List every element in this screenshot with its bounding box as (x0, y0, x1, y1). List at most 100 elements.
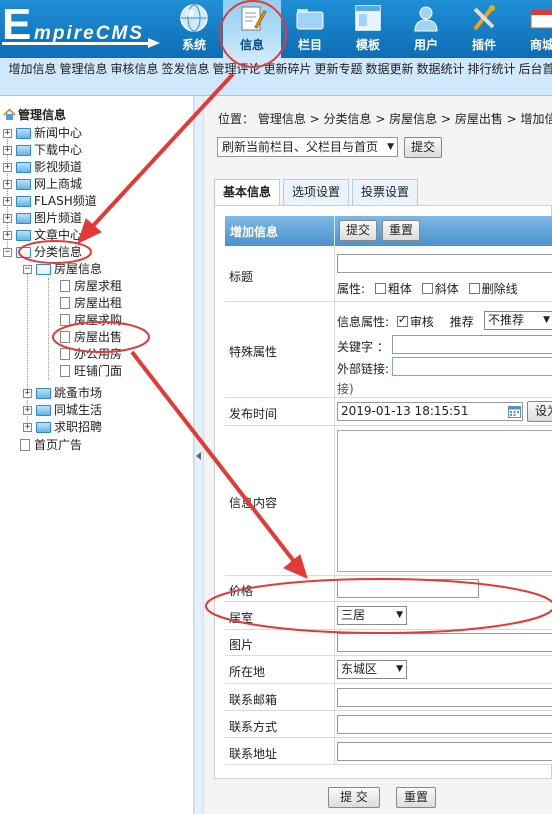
tree-house-item[interactable]: 房屋出售 (60, 329, 122, 346)
special-label: 特殊属性 (229, 345, 278, 359)
address-input[interactable] (337, 742, 552, 761)
external-link-label: 外部链接: (337, 362, 390, 376)
refresh-submit-button[interactable]: 提交 (404, 137, 442, 158)
tree-channel[interactable]: + 网上商城 (3, 176, 82, 193)
publish-label: 发布时间 (229, 407, 278, 421)
italic-checkbox[interactable] (421, 283, 433, 294)
tree-channel[interactable]: + 文章中心 (3, 227, 82, 244)
tree-house-item[interactable]: 办公用房 (60, 346, 122, 363)
subnav-manage-info[interactable]: 管理信息 (58, 58, 109, 95)
tree-channel[interactable]: + 下载中心 (3, 142, 82, 159)
tree-channel[interactable]: + 图片频道 (3, 210, 82, 227)
collapse-arrow-icon (196, 452, 201, 460)
tab-vote[interactable]: 投票设置 (352, 179, 419, 205)
tree-homepage-ad[interactable]: 首页广告 (20, 437, 82, 454)
tree-classified[interactable]: − 分类信息 (3, 244, 82, 261)
keyword-input[interactable] (392, 335, 552, 354)
address-label: 联系地址 (229, 747, 278, 761)
nav-template[interactable]: 模板 (339, 0, 397, 58)
nav-user[interactable]: 用户 (397, 0, 455, 58)
form-header: 增加信息 提交 重置 (225, 216, 552, 246)
subnav-data-stats[interactable]: 数据统计 (415, 58, 466, 95)
review-checkbox[interactable] (396, 313, 408, 327)
bottom-reset-button[interactable]: 重置 (396, 787, 436, 808)
subnav-admin-home[interactable]: 后台首页 (517, 58, 552, 95)
window-icon (355, 5, 381, 31)
nav-label: 用户 (413, 38, 438, 52)
tree-house-item[interactable]: 房屋求购 (60, 312, 122, 329)
contact-input[interactable] (337, 715, 552, 734)
tab-options[interactable]: 选项设置 (283, 179, 350, 205)
tree-channel[interactable]: + 影视频道 (3, 159, 82, 176)
title-input[interactable] (337, 254, 552, 273)
row-price: 价格 (225, 576, 552, 602)
link-note: 接) (337, 382, 354, 396)
title-attributes: 属性: 粗体 斜体 删除线 (337, 282, 518, 296)
nav-label: 模板 (355, 38, 380, 52)
tree-group[interactable]: + 跳蚤市场 (23, 385, 102, 402)
tab-basic-info[interactable]: 基本信息 (214, 179, 281, 205)
tree-house[interactable]: − 房屋信息 (23, 261, 102, 278)
tree-channel[interactable]: + FLASH频道 (3, 193, 97, 210)
sidebar-collapse-bar[interactable] (194, 96, 204, 814)
tree-group[interactable]: + 求职招聘 (23, 419, 102, 436)
subnav-review-info[interactable]: 审核信息 (109, 58, 160, 95)
strike-checkbox[interactable] (468, 283, 480, 294)
nav-plugin[interactable]: 插件 (455, 0, 513, 58)
price-input[interactable] (337, 579, 479, 598)
bold-checkbox[interactable] (374, 283, 386, 294)
user-icon (414, 6, 438, 32)
tree-channel[interactable]: + 新闻中心 (3, 125, 82, 142)
tree-root[interactable]: 管理信息 (3, 107, 66, 124)
shop-icon (530, 9, 552, 29)
price-label: 价格 (229, 584, 254, 598)
nav-system[interactable]: 系统 (165, 0, 223, 58)
subnav-update-topics[interactable]: 更新专题 (313, 58, 364, 95)
location-select[interactable]: 东城区 (337, 660, 407, 679)
head-reset-button[interactable]: 重置 (382, 220, 420, 241)
recommend-select[interactable]: 不推荐 (484, 311, 552, 330)
nav-info[interactable]: 信息 (223, 0, 281, 58)
set-time-button[interactable]: 设为 (527, 401, 552, 422)
calendar-icon[interactable] (508, 405, 521, 418)
publish-time-input[interactable]: 2019-01-13 18:15:51 (337, 402, 523, 421)
row-rooms: 居室 三居 (225, 602, 552, 630)
info-attributes: 信息属性: 审核 推荐 (337, 313, 474, 330)
tree-house-item[interactable]: 房屋出租 (60, 295, 122, 312)
image-input[interactable] (337, 633, 552, 652)
tools-icon (473, 5, 495, 31)
row-image: 图片 (225, 630, 552, 656)
content-editor[interactable] (337, 430, 552, 572)
subnav-data-update[interactable]: 数据更新 (364, 58, 415, 95)
subnav-rank-stats[interactable]: 排行统计 (466, 58, 517, 95)
subnav-update-fragments[interactable]: 更新碎片 (262, 58, 313, 95)
email-label: 联系邮箱 (229, 693, 278, 707)
nav-column[interactable]: 栏目 (281, 0, 339, 58)
bottom-submit-button[interactable]: 提 交 (328, 787, 380, 808)
row-publish-time: 发布时间 2019-01-13 18:15:51 设为 (225, 398, 552, 426)
subnav-add-info[interactable]: 增加信息 (7, 58, 58, 95)
globe-icon (180, 4, 208, 32)
email-input[interactable] (337, 688, 552, 707)
top-header: E mpireCMS 系统 信息 栏目 模板 用户 插件 商城 (0, 0, 552, 58)
tree-group[interactable]: + 同城生活 (23, 402, 102, 419)
nav-shop[interactable]: 商城 (513, 0, 552, 58)
row-address: 联系地址 (225, 738, 552, 765)
empirecms-logo: E mpireCMS (0, 0, 165, 52)
subnav-manage-comments[interactable]: 管理评论 (211, 58, 262, 95)
tree-house-item[interactable]: 旺铺门面 (60, 363, 122, 380)
row-special-attributes: 特殊属性 信息属性: 审核 推荐 不推荐 关键字 ： 外部链接: 接) (225, 302, 552, 398)
refresh-scope-select[interactable]: 刷新当前栏目、父栏目与首页 (217, 137, 398, 157)
nav-label: 系统 (181, 38, 206, 52)
subnav-sign-info[interactable]: 签发信息 (160, 58, 211, 95)
rooms-select[interactable]: 三居 (337, 606, 407, 625)
folder-icon (296, 9, 324, 30)
tree-root-label: 管理信息 (18, 108, 67, 122)
external-link-input[interactable] (392, 357, 552, 376)
head-submit-button[interactable]: 提交 (339, 220, 377, 241)
nav-label: 栏目 (297, 38, 322, 52)
tree-house-item[interactable]: 房屋求租 (60, 278, 122, 295)
notepad-pencil-icon (241, 6, 267, 31)
main-panel: 位置： 管理信息 > 分类信息 > 房屋信息 > 房屋出售 > 增加信息 刷新当… (204, 96, 552, 814)
form-title: 增加信息 (230, 225, 279, 239)
